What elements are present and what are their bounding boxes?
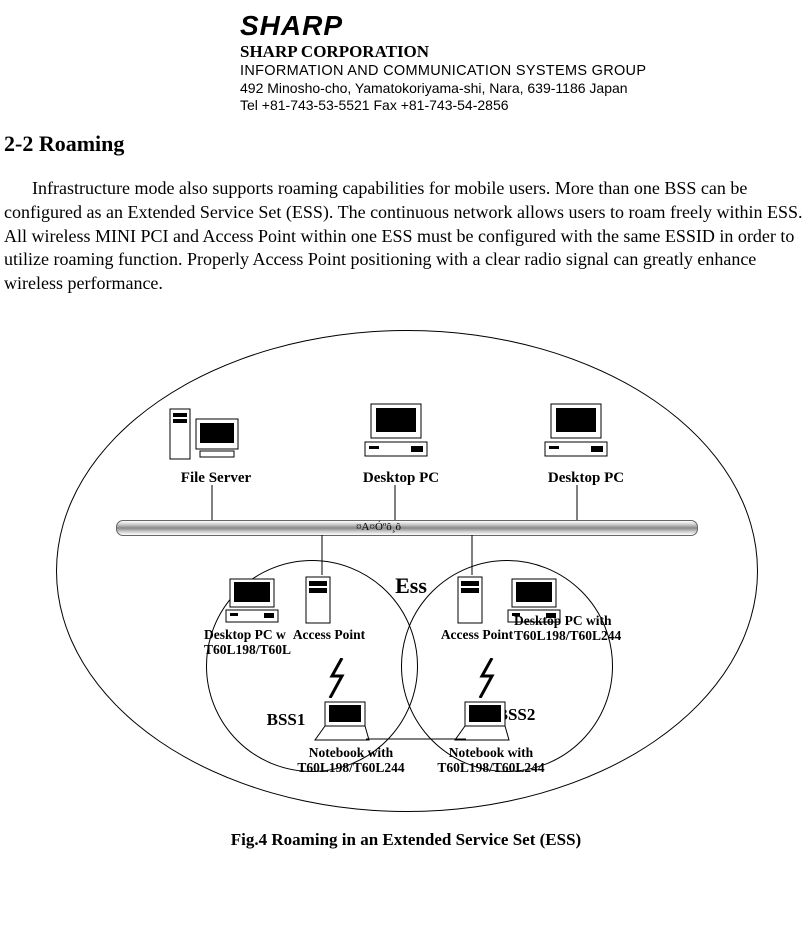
wireless-icon [328,658,348,698]
ess-label: Ess [386,573,436,599]
bss1-desktop-l2: T60L198/T60L [204,642,291,657]
letterhead: SHARP SHARP CORPORATION INFORMATION AND … [240,12,812,113]
notebook2-l2: T60L198/T60L244 [437,760,544,775]
file-server-icon [166,405,246,465]
cable-drop-ap1 [321,535,323,575]
figure-caption: Fig.4 Roaming in an Extended Service Set… [56,830,756,850]
access-point-icon [456,575,484,625]
figure: File Server Desktop PC Desktop PC ¤A¤Óºô… [56,330,756,850]
access-point-icon [304,575,332,625]
notebook-link [366,738,466,740]
bss1-label: BSS1 [256,710,316,730]
address: 492 Minosho-cho, Yamatokoriyama-shi, Nar… [240,80,812,96]
backbone-cable [116,520,698,536]
desktop-pc-icon [541,400,611,460]
desktop-pc-label-1: Desktop PC [351,470,451,487]
bss2-desktop-l2: T60L198/T60L244 [514,628,621,643]
file-server-label: File Server [166,470,266,487]
logo: SHARP [240,12,812,40]
desktop-pc-icon [224,577,280,625]
desktop-pc-label-2: Desktop PC [536,470,636,487]
section-title: 2-2 Roaming [4,131,812,157]
notebook2-l1: Notebook with [449,745,533,760]
cable-text: ¤A¤Óºô¸ô [356,521,401,533]
cable-drop-1 [211,485,213,525]
notebook1-l1: Notebook with [309,745,393,760]
bss2-desktop-l1: Desktop PC with [514,613,612,628]
bss1-ap-label: Access Point [284,628,374,643]
wireless-icon [478,658,498,698]
notebook1-l2: T60L198/T60L244 [297,760,404,775]
group-name: INFORMATION AND COMMUNICATION SYSTEMS GR… [240,63,812,79]
notebook1-label: Notebook with T60L198/T60L244 [286,746,416,776]
body-paragraph: Infrastructure mode also supports roamin… [4,177,806,296]
bss2-desktop-label: Desktop PC with T60L198/T60L244 [514,614,644,644]
bss1-desktop-l1: Desktop PC w [204,627,286,642]
tel-fax: Tel +81-743-53-5521 Fax +81-743-54-2856 [240,97,812,113]
bss2-ap-label: Access Point [432,628,522,643]
cable-drop-2 [394,485,396,525]
corp-name: SHARP CORPORATION [240,42,812,62]
cable-drop-3 [576,485,578,525]
notebook-icon [311,700,371,744]
desktop-pc-icon [361,400,431,460]
cable-drop-ap2 [471,535,473,575]
notebook2-label: Notebook with T60L198/T60L244 [426,746,556,776]
